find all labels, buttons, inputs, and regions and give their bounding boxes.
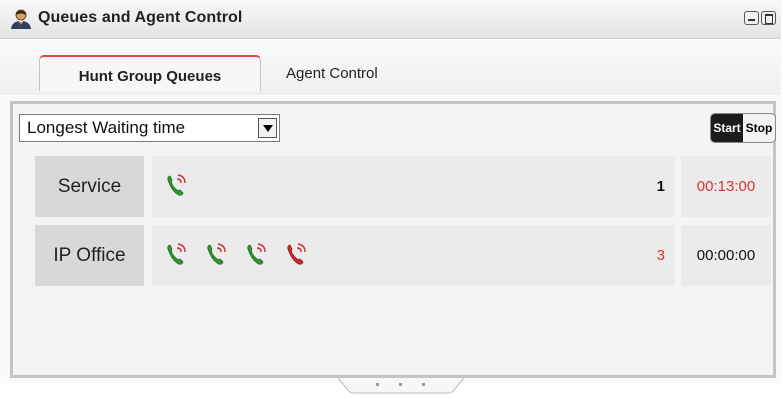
dropdown-arrow-icon[interactable] (258, 118, 277, 138)
stop-button[interactable]: Stop (743, 114, 775, 142)
queue-calls: 3 (152, 225, 675, 286)
tab-agent-control[interactable]: Agent Control (272, 55, 400, 91)
sort-select-value: Longest Waiting time (27, 118, 186, 137)
queue-count: 3 (656, 247, 665, 264)
queue-row[interactable]: Service 1 00:13:00 (35, 156, 771, 217)
tab-bar: Hunt Group Queues Agent Control (0, 39, 781, 95)
start-button[interactable]: Start (711, 114, 743, 142)
queue-name: Service (35, 156, 144, 217)
maximize-icon[interactable] (761, 11, 776, 25)
window-title: Queues and Agent Control (38, 9, 243, 26)
queue-wait-time: 00:13:00 (681, 156, 771, 217)
phone-ringing-icon (164, 172, 190, 200)
agent-icon (10, 9, 32, 29)
queue-row[interactable]: IP Office 3 00:00:00 (35, 225, 771, 286)
minimize-icon[interactable] (744, 11, 759, 25)
queues-panel: Queues and Agent Control Hunt Group Queu… (0, 0, 781, 394)
resize-handle[interactable] (337, 377, 465, 394)
queue-name: IP Office (35, 225, 144, 286)
sort-select[interactable]: Longest Waiting time (19, 114, 280, 142)
title-bar[interactable]: Queues and Agent Control (0, 0, 781, 39)
phone-alerting-icon (284, 241, 310, 269)
queue-wait-time: 00:00:00 (681, 225, 771, 286)
phone-ringing-icon (204, 241, 230, 269)
start-stop-toggle: Start Stop (710, 113, 776, 143)
phone-ringing-icon (244, 241, 270, 269)
queue-count: 1 (656, 178, 665, 195)
call-icons (164, 241, 324, 269)
call-icons (164, 172, 204, 200)
phone-ringing-icon (164, 241, 190, 269)
tab-hunt-group-queues[interactable]: Hunt Group Queues (39, 55, 261, 91)
queue-calls: 1 (152, 156, 675, 217)
